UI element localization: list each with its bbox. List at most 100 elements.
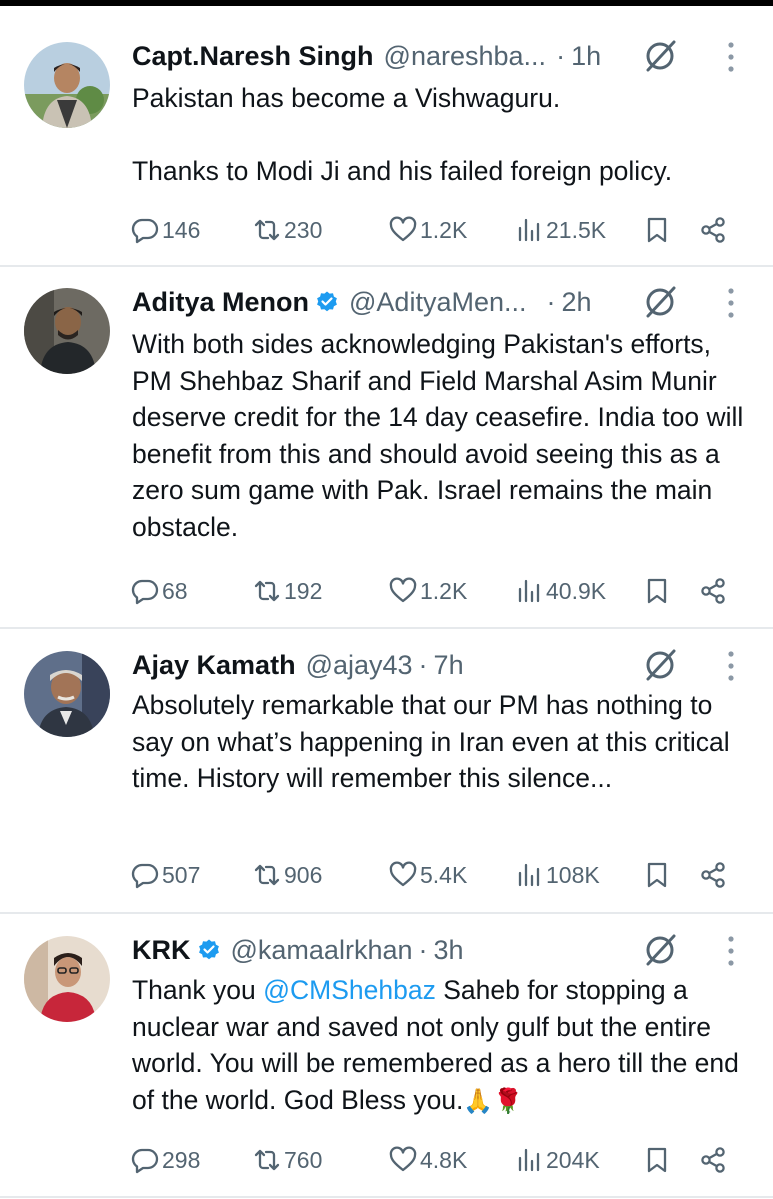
avatar[interactable] bbox=[24, 42, 110, 128]
separator-dot: · bbox=[546, 286, 556, 317]
bookmark-button[interactable] bbox=[642, 855, 672, 895]
author-name[interactable]: Ajay Kamath bbox=[132, 650, 296, 681]
tweet-text: With both sides acknowledging Pakistan's… bbox=[132, 329, 744, 542]
reply-button[interactable]: 298 bbox=[130, 1140, 200, 1180]
author-name[interactable]: KRK bbox=[132, 935, 191, 966]
like-button[interactable]: 1.2K bbox=[388, 571, 467, 611]
more-icon[interactable] bbox=[722, 40, 740, 74]
author-handle[interactable]: @ajay43 bbox=[306, 650, 413, 681]
reply-icon bbox=[131, 863, 159, 889]
separator-dot: · bbox=[418, 934, 428, 965]
like-icon bbox=[389, 1146, 417, 1172]
separator-dot: · bbox=[418, 649, 428, 680]
bookmark-icon bbox=[647, 217, 667, 243]
reply-icon bbox=[131, 218, 159, 244]
share-button[interactable] bbox=[698, 210, 728, 250]
tweet-header: Aditya Menon @AdityaMen... · 2h bbox=[132, 282, 632, 322]
views-button[interactable]: 108K bbox=[514, 855, 600, 895]
more-icon[interactable] bbox=[722, 649, 740, 683]
reply-count: 507 bbox=[162, 861, 201, 888]
retweet-count: 906 bbox=[284, 861, 323, 888]
tweet[interactable]: Aditya Menon @AdityaMen... · 2h With bot… bbox=[0, 282, 773, 622]
like-button[interactable]: 4.8K bbox=[388, 1140, 467, 1180]
like-count: 1.2K bbox=[420, 577, 468, 604]
reply-count: 68 bbox=[162, 577, 188, 604]
retweet-button[interactable]: 192 bbox=[252, 571, 322, 611]
views-icon bbox=[518, 579, 540, 603]
tweet-text: Thank you @CMShehbaz Saheb for stopping … bbox=[132, 972, 752, 1120]
reply-button[interactable]: 507 bbox=[130, 855, 200, 895]
retweet-icon bbox=[254, 1149, 280, 1171]
author-handle[interactable]: @nareshba... bbox=[384, 41, 547, 72]
emoji: 🙏🌹 bbox=[463, 1087, 524, 1115]
views-icon bbox=[518, 863, 540, 887]
retweet-count: 230 bbox=[284, 216, 323, 243]
retweet-count: 760 bbox=[284, 1146, 323, 1173]
timestamp[interactable]: 1h bbox=[571, 41, 601, 72]
action-bar: 146 230 1.2K 21.5K bbox=[130, 210, 742, 250]
tweet-text: Pakistan has become a Vishwaguru. Thanks… bbox=[132, 83, 673, 186]
reply-button[interactable]: 146 bbox=[130, 210, 200, 250]
like-button[interactable]: 1.2K bbox=[388, 210, 467, 250]
retweet-button[interactable]: 760 bbox=[252, 1140, 322, 1180]
views-button[interactable]: 204K bbox=[514, 1140, 600, 1180]
bookmark-icon bbox=[647, 578, 667, 604]
separator-dot: · bbox=[556, 40, 566, 71]
bookmark-icon bbox=[647, 1147, 667, 1173]
views-icon bbox=[518, 218, 540, 242]
author-handle[interactable]: @AdityaMen... bbox=[349, 287, 526, 318]
bookmark-button[interactable] bbox=[642, 571, 672, 611]
like-button[interactable]: 5.4K bbox=[388, 855, 467, 895]
views-icon bbox=[518, 1148, 540, 1172]
share-icon bbox=[701, 1147, 725, 1173]
tweet[interactable]: Ajay Kamath @ajay43 · 7h Absolutely rema… bbox=[0, 645, 773, 905]
grok-icon[interactable] bbox=[642, 38, 678, 74]
avatar[interactable] bbox=[24, 288, 110, 374]
bookmark-button[interactable] bbox=[642, 210, 672, 250]
reply-button[interactable]: 68 bbox=[130, 571, 188, 611]
views-button[interactable]: 21.5K bbox=[514, 210, 606, 250]
author-handle[interactable]: @kamaalrkhan bbox=[231, 935, 413, 966]
tweet-header: Capt.Naresh Singh @nareshba... · 1h bbox=[132, 36, 632, 76]
share-button[interactable] bbox=[698, 571, 728, 611]
tweet[interactable]: Capt.Naresh Singh @nareshba... · 1h Paki… bbox=[0, 36, 773, 264]
mention-link[interactable]: @CMShehbaz bbox=[263, 975, 436, 1005]
like-count: 1.2K bbox=[420, 216, 468, 243]
more-icon[interactable] bbox=[722, 286, 740, 320]
action-bar: 68 192 1.2K 40.9K bbox=[130, 571, 742, 611]
timestamp[interactable]: 3h bbox=[434, 935, 464, 966]
verified-badge-icon bbox=[317, 291, 337, 312]
like-icon bbox=[389, 216, 417, 242]
grok-icon[interactable] bbox=[642, 284, 678, 320]
grok-icon[interactable] bbox=[642, 647, 678, 683]
timestamp[interactable]: 7h bbox=[434, 650, 464, 681]
author-name[interactable]: Capt.Naresh Singh bbox=[132, 41, 374, 72]
bookmark-icon bbox=[647, 862, 667, 888]
author-name[interactable]: Aditya Menon bbox=[132, 287, 309, 318]
retweet-icon bbox=[254, 864, 280, 886]
share-icon bbox=[701, 217, 725, 243]
avatar[interactable] bbox=[24, 936, 110, 1022]
top-edge-bar bbox=[0, 0, 773, 6]
like-count: 4.8K bbox=[420, 1146, 468, 1173]
timestamp[interactable]: 2h bbox=[562, 287, 592, 318]
like-icon bbox=[389, 861, 417, 887]
retweet-button[interactable]: 230 bbox=[252, 210, 322, 250]
retweet-button[interactable]: 906 bbox=[252, 855, 322, 895]
more-icon[interactable] bbox=[722, 934, 740, 968]
like-count: 5.4K bbox=[420, 861, 468, 888]
tweet[interactable]: KRK @kamaalrkhan · 3h Thank you @CMShehb… bbox=[0, 930, 773, 1190]
action-bar: 507 906 5.4K 108K bbox=[130, 855, 742, 895]
divider bbox=[0, 265, 773, 267]
bookmark-button[interactable] bbox=[642, 1140, 672, 1180]
views-button[interactable]: 40.9K bbox=[514, 571, 606, 611]
share-icon bbox=[701, 578, 725, 604]
retweet-icon bbox=[254, 219, 280, 241]
views-count: 21.5K bbox=[546, 216, 607, 243]
avatar[interactable] bbox=[24, 651, 110, 737]
share-button[interactable] bbox=[698, 855, 728, 895]
share-button[interactable] bbox=[698, 1140, 728, 1180]
tweet-text-part: Thank you bbox=[132, 975, 264, 1005]
verified-badge-icon bbox=[198, 939, 219, 960]
grok-icon[interactable] bbox=[642, 932, 678, 968]
